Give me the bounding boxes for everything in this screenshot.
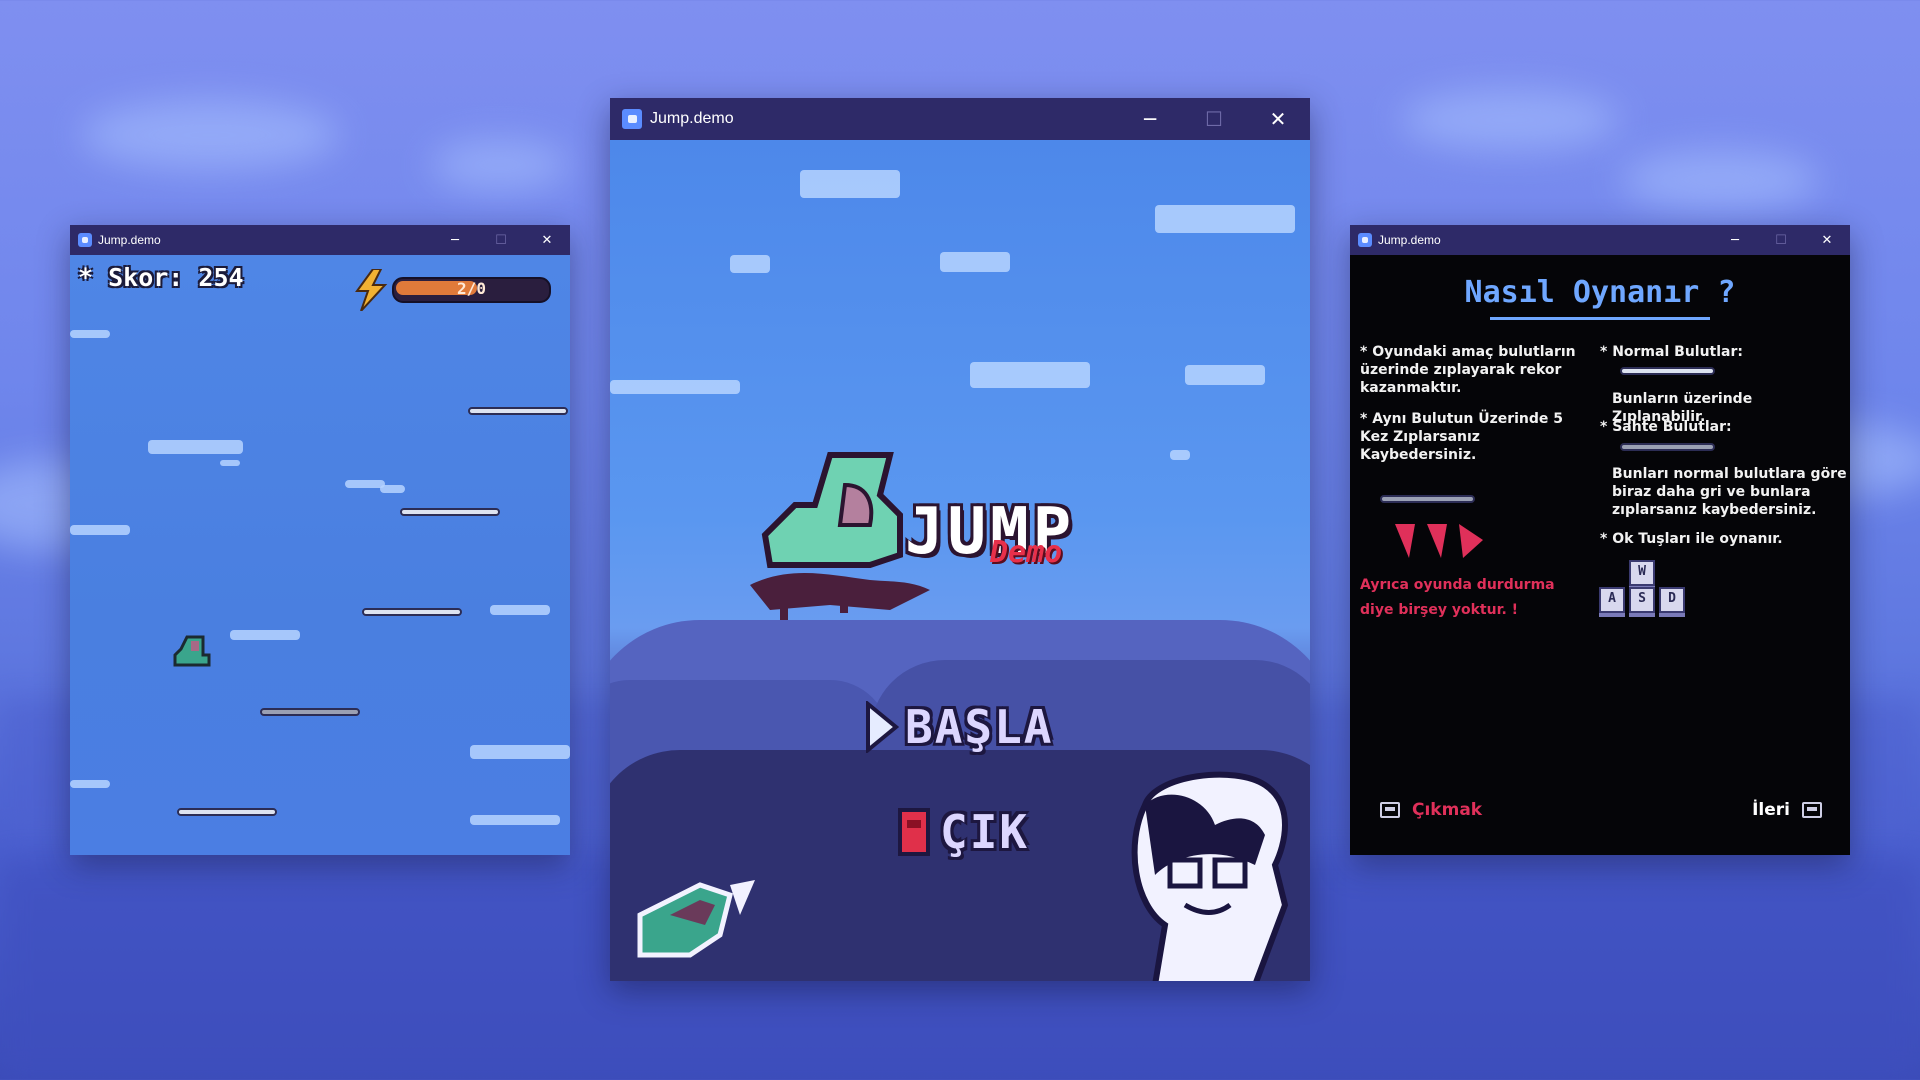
cloud-platform <box>362 608 462 616</box>
close-button[interactable]: ✕ <box>1246 98 1310 140</box>
minimize-button[interactable]: ─ <box>1118 98 1182 140</box>
next-button[interactable]: İleri <box>1752 800 1822 820</box>
window-title: Jump.demo <box>1378 233 1441 247</box>
fake-clouds-desc: Bunları normal bulutlara göre biraz daha… <box>1612 466 1847 518</box>
pause-note-2: diye birşey yoktur. ! <box>1360 602 1519 618</box>
maximize-button[interactable]: ☐ <box>478 225 524 255</box>
window-title: Jump.demo <box>98 233 161 247</box>
help-title: Nasıl Oynanır ? <box>1464 275 1736 310</box>
fake-cloud-platform <box>260 708 360 716</box>
warning-arrows-icon <box>1395 524 1483 558</box>
key-a: A <box>1599 587 1625 613</box>
app-icon <box>1358 233 1372 247</box>
normal-clouds-title: * Normal Bulutlar: <box>1600 344 1743 360</box>
minimize-button[interactable]: ─ <box>1712 225 1758 255</box>
back-button[interactable]: Çıkmak <box>1380 800 1482 820</box>
play-triangle-icon <box>866 701 899 753</box>
app-icon <box>622 109 642 129</box>
cloud-platform <box>468 407 568 415</box>
menu-canvas: JUMP Demo BAŞLA ÇIK <box>610 140 1310 981</box>
start-label: BAŞLA <box>905 700 1054 754</box>
pause-note-1: Ayrıca oyunda durdurma <box>1360 577 1555 593</box>
next-label: İleri <box>1752 800 1790 820</box>
goal-text: * Oyundaki amaç bulutların üzerinde zıpl… <box>1360 344 1576 396</box>
keyboard-icon <box>1802 802 1822 818</box>
app-icon <box>78 233 92 247</box>
window-title: Jump.demo <box>650 110 734 127</box>
title-underline <box>1490 317 1710 320</box>
keyboard-icon <box>1380 802 1400 818</box>
maximize-button[interactable]: ☐ <box>1758 225 1804 255</box>
start-button[interactable]: BAŞLA <box>865 700 1053 754</box>
controls-note: * Ok Tuşları ile oynanır. <box>1600 531 1783 547</box>
energy-bar: 2/0 <box>392 277 551 303</box>
key-d: D <box>1659 587 1685 613</box>
title-bar[interactable]: Jump.demo ─ ☐ ✕ <box>70 225 570 255</box>
back-label: Çıkmak <box>1412 800 1483 820</box>
main-menu-window: Jump.demo ─ ☐ ✕ JUMP Demo BAŞLA ÇIK <box>610 98 1310 981</box>
gameplay-window: Jump.demo ─ ☐ ✕ * Skor: 254 2/0 <box>70 225 570 855</box>
lightning-bolt-icon <box>355 269 388 311</box>
energy-text: 2/0 <box>457 279 486 298</box>
fake-cloud-sample <box>1380 495 1475 503</box>
close-button[interactable]: ✕ <box>1804 225 1850 255</box>
cloud-platform <box>177 808 277 816</box>
normal-cloud-sample <box>1620 367 1715 375</box>
key-w: W <box>1629 560 1655 586</box>
help-canvas: Nasıl Oynanır ? * Oyundaki amaç bulutlar… <box>1350 255 1850 855</box>
boot-player-icon <box>173 635 211 667</box>
character-face-icon <box>1131 771 1289 981</box>
exit-button[interactable]: ÇIK <box>898 805 1029 859</box>
title-bar[interactable]: Jump.demo ─ ☐ ✕ <box>1350 225 1850 255</box>
maximize-button[interactable]: ☐ <box>1182 98 1246 140</box>
game-canvas[interactable]: * Skor: 254 2/0 <box>70 255 570 855</box>
rule-text: * Aynı Bulutun Üzerinde 5 Kez Zıplarsanı… <box>1360 411 1564 463</box>
help-window: Jump.demo ─ ☐ ✕ Nasıl Oynanır ? * Oyunda… <box>1350 225 1850 855</box>
minimize-button[interactable]: ─ <box>432 225 478 255</box>
exit-label: ÇIK <box>940 805 1030 859</box>
boot-mascot-icon <box>637 880 755 958</box>
cloud-platform <box>400 508 500 516</box>
key-s: S <box>1629 587 1655 613</box>
logo-demo-badge: Demo <box>990 535 1063 570</box>
door-icon <box>898 808 930 856</box>
close-button[interactable]: ✕ <box>524 225 570 255</box>
score-label: * Skor: 254 <box>78 263 244 292</box>
fake-clouds-title: * Sahte Bulutlar: <box>1600 419 1732 435</box>
title-bar[interactable]: Jump.demo ─ ☐ ✕ <box>610 98 1310 140</box>
fake-cloud-sample <box>1620 443 1715 451</box>
